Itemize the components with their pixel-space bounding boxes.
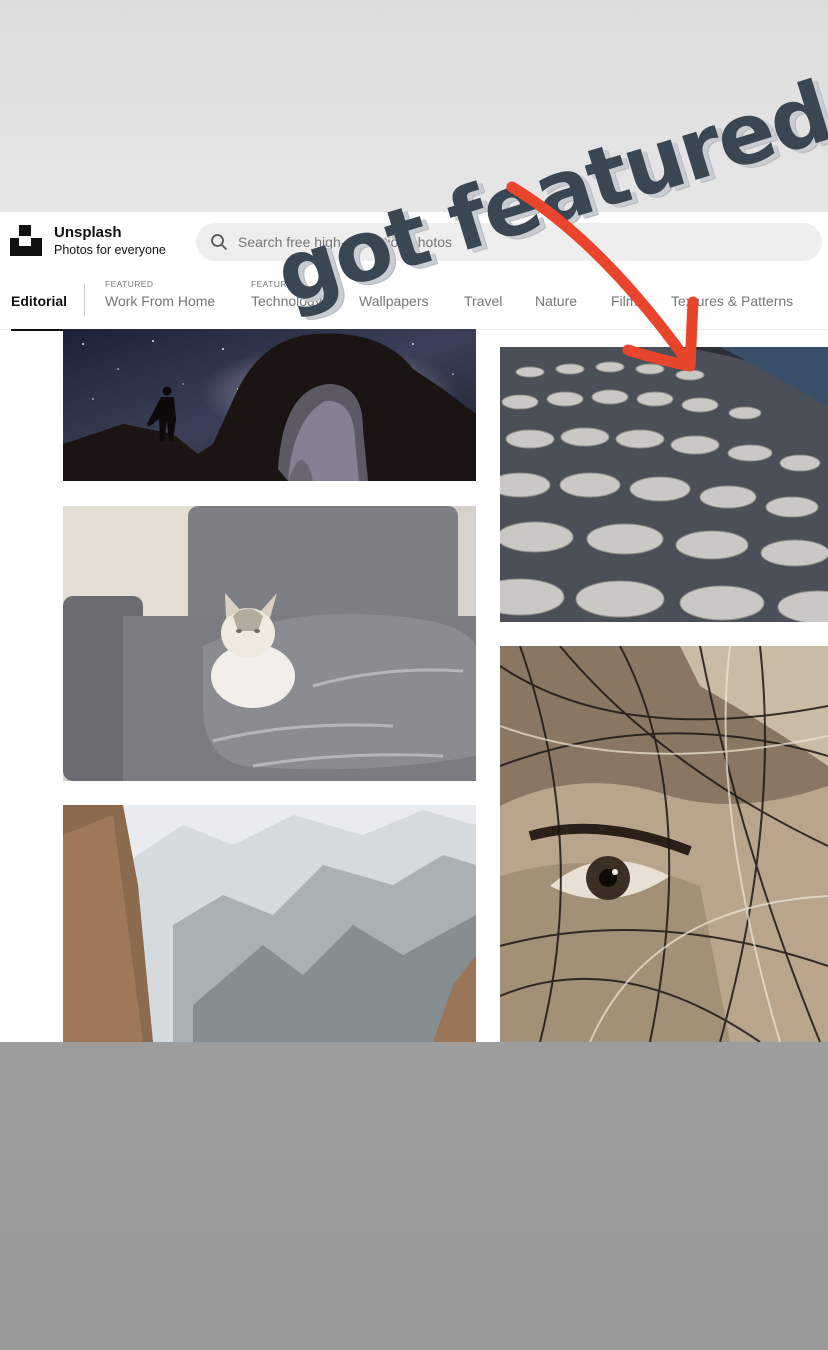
nav-item-label: Editorial (11, 293, 68, 309)
active-tab-indicator (11, 329, 65, 331)
night-arch-photo[interactable] (63, 329, 476, 481)
nav-item-label: Film (611, 293, 638, 309)
nav-item-travel[interactable]: Travel (464, 274, 508, 330)
search-icon (211, 234, 227, 250)
misty-mountains-photo[interactable] (63, 805, 476, 1042)
brand-name[interactable]: Unsplash (54, 224, 122, 241)
story-background-top (0, 0, 828, 212)
nav-item-label: Work From Home (105, 293, 216, 309)
search-bar[interactable] (196, 223, 822, 261)
featured-label: FEATURED (105, 279, 154, 289)
nav-item-label: Travel (464, 293, 503, 309)
featured-label: FEATURED (251, 279, 300, 289)
site-header: Unsplash Photos for everyone (0, 212, 828, 272)
nav-item-technology[interactable]: FEATURED Technology (251, 274, 331, 330)
search-input[interactable] (238, 223, 798, 261)
story-background-bottom (0, 1042, 828, 1350)
nav-item-wallpapers[interactable]: Wallpapers (359, 274, 437, 330)
cat-on-sofa-photo[interactable] (63, 506, 476, 781)
nav-item-label: Wallpapers (359, 293, 429, 309)
unsplash-logo-icon[interactable] (10, 224, 42, 256)
disc-facade-photo[interactable] (500, 347, 828, 622)
brand-tagline: Photos for everyone (54, 243, 166, 257)
nav-item-label: Technology (251, 293, 322, 309)
nav-item-nature[interactable]: Nature (535, 274, 585, 330)
nav-item-label: Nature (535, 293, 578, 309)
nav-item-film[interactable]: Film (611, 274, 645, 330)
nav-item-work-from-home[interactable]: FEATURED Work From Home (105, 274, 225, 330)
unsplash-screenshot: Unsplash Photos for everyone Editorial F… (0, 212, 828, 1042)
topic-nav: Editorial FEATURED Work From Home FEATUR… (0, 274, 828, 331)
nav-divider (84, 284, 85, 316)
nav-item-editorial[interactable]: Editorial (11, 274, 68, 331)
nav-item-textures-patterns[interactable]: Textures & Patterns (671, 274, 811, 330)
nav-item-label: Textures & Patterns (671, 293, 794, 309)
street-art-face-photo[interactable] (500, 646, 828, 1042)
